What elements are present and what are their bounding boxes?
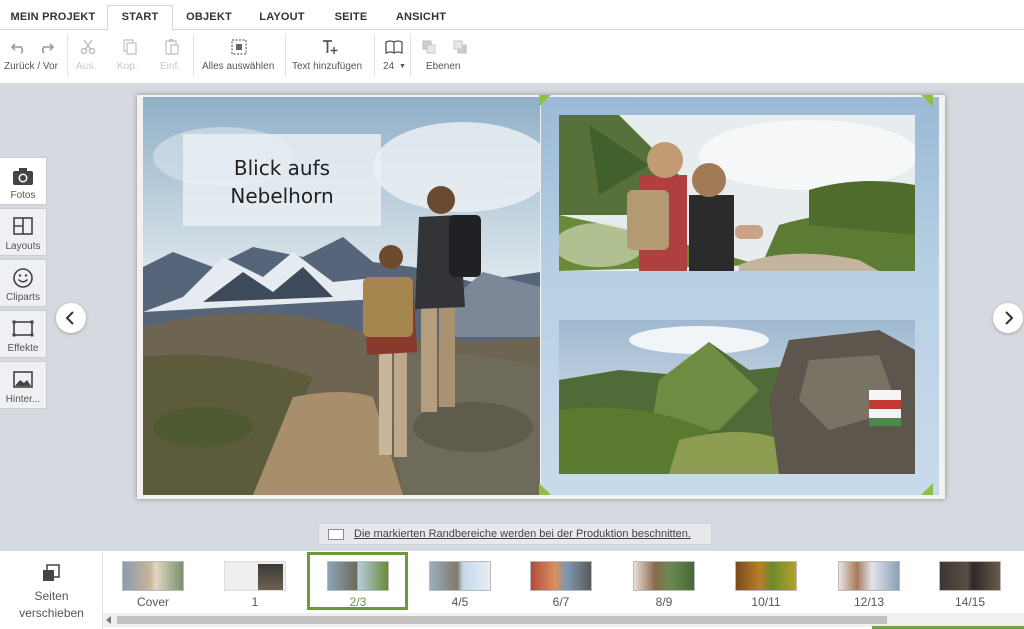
sidebar-item-label: Effekte	[7, 343, 39, 354]
add-text-icon	[323, 40, 338, 54]
layers-group: Ebenen	[411, 34, 476, 78]
move-pages-line1: Seiten	[34, 589, 69, 603]
menu-tab-bar: MEIN PROJEKT START OBJEKT LAYOUT SEITE A…	[0, 0, 1024, 31]
thumb-image	[429, 561, 491, 591]
sidebar-item-layouts[interactable]: Layouts	[0, 208, 47, 256]
redo-icon[interactable]	[37, 38, 55, 56]
book-icon	[385, 40, 403, 55]
layers-label: Ebenen	[426, 61, 461, 72]
frame-icon	[12, 320, 34, 337]
two-girls-photo[interactable]	[559, 115, 915, 271]
trim-corner-marker	[539, 483, 551, 495]
scissors-icon[interactable]	[79, 38, 97, 56]
select-all-label: Alles auswählen	[202, 61, 275, 72]
clipboard-group: Aus. Kop. Einf.	[68, 34, 193, 78]
bring-forward-icon[interactable]	[420, 38, 438, 56]
move-pages-button[interactable]: Seiten verschieben	[0, 551, 103, 629]
sidebar-item-label: Hinter...	[5, 394, 41, 405]
send-backward-icon[interactable]	[451, 38, 469, 56]
tab-layout[interactable]: LAYOUT	[252, 6, 312, 30]
font-size-dropdown[interactable]: 24 ▼	[375, 34, 410, 78]
sidebar-item-cliparts[interactable]: Cliparts	[0, 259, 47, 307]
chevron-left-icon	[65, 311, 74, 325]
thumb-label: 12/13	[853, 595, 885, 609]
trim-notice: Die markierten Randbereiche werden bei d…	[318, 523, 712, 545]
undo-redo-label: Zurück / Vor	[4, 61, 58, 72]
chevron-right-icon	[1005, 311, 1014, 325]
copy-icon[interactable]	[121, 38, 139, 56]
thumb-image	[838, 561, 900, 591]
font-size-value: 24	[383, 61, 395, 72]
thumb-label: Cover	[136, 595, 169, 609]
trim-notice-icon	[328, 529, 344, 540]
thumb-image	[224, 561, 286, 591]
tab-seite[interactable]: SEITE	[327, 6, 375, 30]
undo-redo-group[interactable]: Zurück / Vor	[0, 34, 66, 78]
move-pages-icon	[43, 564, 60, 581]
mountain-photo[interactable]	[559, 320, 915, 474]
trim-corner-marker	[921, 483, 933, 495]
add-text-button[interactable]: Text hinzufügen	[286, 34, 374, 78]
background-icon	[13, 371, 33, 388]
scroll-left-icon[interactable]	[106, 616, 111, 624]
thumb-label: 8/9	[655, 595, 673, 609]
chevron-down-icon: ▼	[399, 63, 406, 70]
sidebar-item-fotos[interactable]: Fotos	[0, 157, 47, 205]
trim-corner-marker	[539, 95, 551, 107]
copy-button[interactable]: Kop.	[117, 61, 138, 72]
tab-start[interactable]: START	[107, 5, 173, 31]
caption-line-2: Nebelhorn	[230, 184, 334, 208]
trim-corner-marker	[921, 95, 933, 107]
paste-icon[interactable]	[163, 38, 181, 56]
trim-notice-link[interactable]: Die markierten Randbereiche werden bei d…	[354, 528, 691, 540]
sidebar-item-label: Cliparts	[6, 292, 40, 303]
camera-icon	[13, 168, 33, 185]
select-all-icon	[231, 39, 247, 55]
thumb-label: 10/11	[751, 595, 781, 609]
next-page-button[interactable]	[993, 303, 1023, 333]
selected-thumb-highlight	[307, 552, 408, 610]
previous-page-button[interactable]	[56, 303, 86, 333]
page-strip-scrollbar[interactable]	[103, 613, 1024, 627]
toolbar: Zurück / Vor Aus. Kop. Einf. Alles auswä…	[0, 30, 1024, 84]
smiley-icon	[13, 268, 33, 288]
thumb-label: 4/5	[451, 595, 469, 609]
undo-icon[interactable]	[10, 38, 28, 56]
add-text-label: Text hinzufügen	[292, 61, 363, 72]
sidebar-item-effekte[interactable]: Effekte	[0, 310, 47, 358]
photo-caption-textbox[interactable]: Blick aufs Nebelhorn	[183, 134, 381, 226]
thumb-label: 14/15	[954, 595, 986, 609]
tab-mein-projekt[interactable]: MEIN PROJEKT	[8, 6, 98, 30]
tab-objekt[interactable]: OBJEKT	[181, 6, 237, 30]
thumb-image	[735, 561, 797, 591]
thumb-label: 1	[251, 595, 259, 609]
thumb-image	[122, 561, 184, 591]
paste-button[interactable]: Einf.	[160, 61, 180, 72]
cut-button[interactable]: Aus.	[76, 61, 96, 72]
thumb-image	[633, 561, 695, 591]
thumb-image	[939, 561, 1001, 591]
sidebar-item-hintergrund[interactable]: Hinter...	[0, 361, 47, 409]
move-pages-line2: verschieben	[19, 606, 84, 620]
tab-ansicht[interactable]: ANSICHT	[389, 6, 453, 30]
scrollbar-thumb[interactable]	[117, 616, 887, 624]
sidebar-item-label: Fotos	[10, 190, 36, 201]
thumb-label: 6/7	[552, 595, 570, 609]
layouts-icon	[13, 217, 33, 235]
select-all-button[interactable]: Alles auswählen	[194, 34, 284, 78]
caption-line-1: Blick aufs	[233, 156, 331, 180]
thumb-image	[530, 561, 592, 591]
sidebar-item-label: Layouts	[5, 241, 41, 252]
